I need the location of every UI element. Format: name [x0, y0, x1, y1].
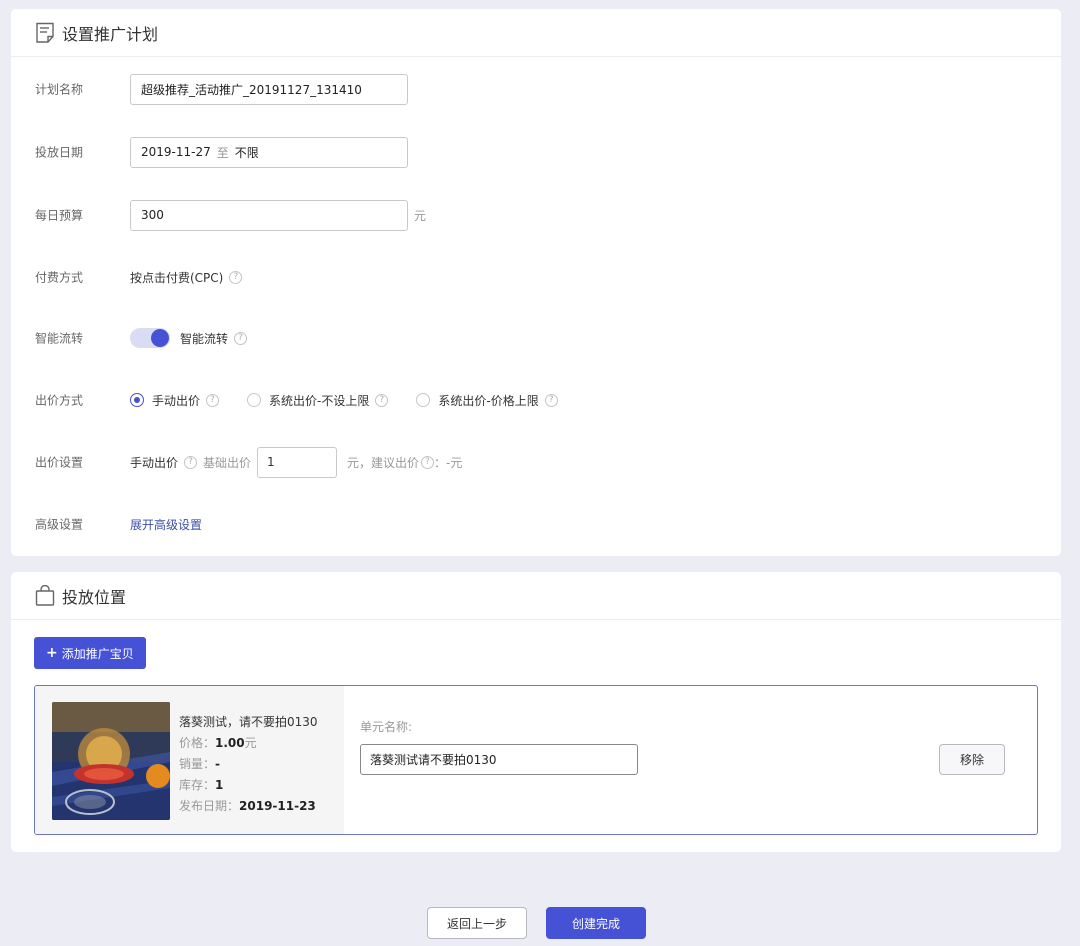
remove-button[interactable]: 移除: [939, 744, 1005, 775]
advanced-label: 高级设置: [35, 517, 84, 532]
product-stock-line: 库存：1: [179, 775, 318, 796]
product-name: 落葵测试，请不要拍0130: [179, 715, 318, 729]
budget-value: 300: [141, 208, 164, 222]
back-button[interactable]: 返回上一步: [427, 907, 527, 939]
budget-label: 每日预算: [35, 208, 84, 223]
price-value: 1.00: [215, 736, 245, 750]
question-circle-icon[interactable]: ?: [229, 270, 243, 284]
radio-system-bid-unlimited[interactable]: 系统出价-不设上限 ?: [247, 392, 389, 409]
radio-unselected-icon: [247, 393, 262, 407]
date-label: 发布日期：: [179, 799, 240, 813]
plan-settings-title: 设置推广计划: [62, 24, 159, 44]
radio-unselected-icon: [416, 393, 431, 407]
radio-system-bid-cap[interactable]: 系统出价-价格上限 ?: [416, 392, 558, 409]
placement-title: 投放位置: [62, 587, 127, 607]
shopping-bag-icon: [35, 584, 55, 607]
add-product-button[interactable]: + 添加推广宝贝: [34, 637, 146, 669]
price-label: 价格：: [179, 736, 216, 750]
date-value: 2019-11-23: [239, 799, 316, 813]
base-bid-input[interactable]: 1: [257, 446, 338, 478]
question-circle-icon[interactable]: ?: [375, 393, 389, 407]
budget-input[interactable]: 300: [130, 199, 408, 231]
unit-name-value: 落葵测试请不要拍0130: [370, 753, 497, 767]
product-date-line: 发布日期：2019-11-23: [179, 796, 318, 817]
bid-mode-row: 出价方式 手动出价 ? 系统出价-不设上限 ? 系统出价-价格上限 ?: [35, 385, 1061, 415]
plus-icon: +: [46, 645, 58, 661]
date-separator: 至: [216, 145, 229, 160]
payment-value: 按点击付费(CPC): [130, 270, 224, 285]
smart-flow-toggle[interactable]: [130, 328, 170, 348]
suggested-bid-value: ：-元: [434, 455, 463, 470]
plan-settings-header: 设置推广计划: [11, 9, 1061, 57]
smart-flow-text: 智能流转: [180, 331, 229, 346]
schedule-row: 投放日期 2019-11-27 至 不限: [35, 136, 1061, 168]
start-date: 2019-11-27: [141, 145, 211, 159]
product-details: 落葵测试，请不要拍0130 价格：1.00元 销量：- 库存：1 发布日期：20…: [179, 712, 318, 817]
smart-flow-label: 智能流转: [35, 331, 84, 346]
payment-label: 付费方式: [35, 270, 84, 285]
plan-settings-card: 设置推广计划 计划名称 超级推荐_活动推广_20191127_131410 投放…: [11, 9, 1061, 556]
base-bid-value: 1: [267, 455, 275, 469]
stock-label: 库存：: [179, 778, 216, 792]
question-circle-icon[interactable]: ?: [234, 331, 248, 345]
question-circle-icon[interactable]: ?: [184, 455, 198, 469]
document-icon: [35, 22, 55, 44]
radio-selected-icon: [130, 393, 144, 407]
bid-mode-label: 出价方式: [35, 393, 84, 408]
question-circle-icon[interactable]: ?: [421, 455, 435, 469]
smart-flow-row: 智能流转 智能流转 ?: [35, 323, 1061, 353]
radio-system-bid-unlimited-label: 系统出价-不设上限: [269, 393, 370, 408]
create-button[interactable]: 创建完成: [546, 907, 646, 939]
placement-header: 投放位置: [11, 572, 1061, 620]
product-price-line: 价格：1.00元: [179, 733, 318, 754]
radio-manual-bid-label: 手动出价: [152, 393, 201, 408]
bid-settings-row: 出价设置 手动出价 ? 基础出价 1 元，建议出价 ? ：-元: [35, 446, 1061, 478]
product-unit-card: 落葵测试，请不要拍0130 价格：1.00元 销量：- 库存：1 发布日期：20…: [34, 685, 1038, 835]
add-product-label: 添加推广宝贝: [61, 646, 134, 661]
end-date: 不限: [234, 145, 259, 160]
expand-advanced-link[interactable]: 展开高级设置: [130, 516, 202, 533]
date-range-input[interactable]: 2019-11-27 至 不限: [130, 136, 408, 168]
price-unit: 元: [244, 736, 257, 750]
schedule-label: 投放日期: [35, 145, 84, 160]
unit-name-label: 单元名称:: [360, 720, 413, 734]
product-sales-line: 销量：-: [179, 754, 318, 775]
radio-manual-bid[interactable]: 手动出价 ?: [130, 392, 220, 409]
base-bid-label: 基础出价: [203, 455, 252, 470]
stock-value: 1: [215, 778, 224, 792]
payment-row: 付费方式 按点击付费(CPC) ?: [35, 262, 1061, 292]
placement-card: 投放位置 + 添加推广宝贝 落葵测试，请不要拍0130 价格：1.00元 销量：…: [11, 572, 1061, 852]
sales-label: 销量：: [179, 757, 216, 771]
unit-name-input[interactable]: 落葵测试请不要拍0130: [360, 744, 638, 775]
sales-value: -: [215, 757, 220, 771]
advanced-row: 高级设置 展开高级设置: [35, 509, 1061, 539]
toggle-knob: [151, 329, 169, 347]
plan-name-value: 超级推荐_活动推广_20191127_131410: [141, 82, 362, 97]
product-thumbnail: [52, 702, 170, 820]
question-circle-icon[interactable]: ?: [206, 393, 220, 407]
product-info-panel: 落葵测试，请不要拍0130 价格：1.00元 销量：- 库存：1 发布日期：20…: [35, 686, 344, 834]
bid-settings-label: 出价设置: [35, 455, 84, 470]
question-circle-icon[interactable]: ?: [544, 393, 558, 407]
budget-unit: 元: [414, 208, 427, 223]
manual-bid-text: 手动出价: [130, 455, 179, 470]
radio-system-bid-cap-label: 系统出价-价格上限: [438, 393, 539, 408]
plan-name-input[interactable]: 超级推荐_活动推广_20191127_131410: [130, 73, 408, 105]
bid-unit-suggest-label: 元，建议出价: [347, 455, 420, 470]
plan-name-label: 计划名称: [35, 82, 84, 97]
plan-name-row: 计划名称 超级推荐_活动推广_20191127_131410: [35, 73, 1061, 105]
budget-row: 每日预算 300 元: [35, 199, 1061, 231]
